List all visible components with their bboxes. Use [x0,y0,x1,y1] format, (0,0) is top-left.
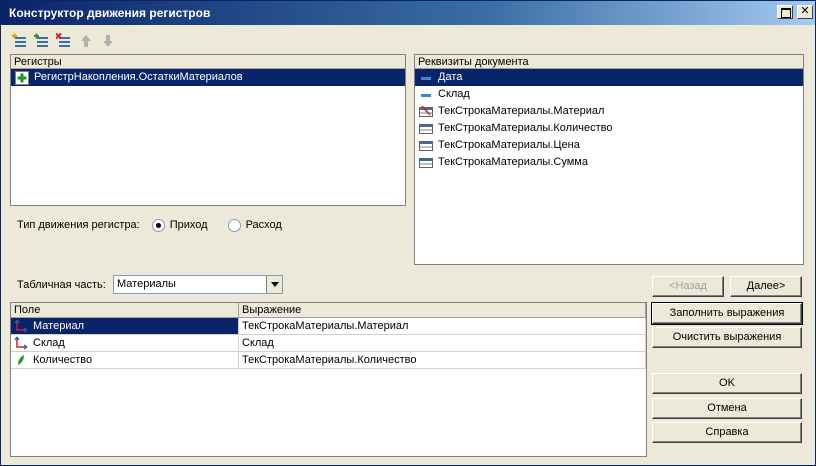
register-movement-designer-window: Конструктор движения регистров ✕ Регистр… [0,0,816,466]
tabular-attribute-icon [419,156,433,170]
register-item[interactable]: РегистрНакопления.ОстаткиМатериалов [11,69,405,86]
radio-expense-label[interactable]: Расход [246,219,282,231]
tabular-attribute-icon [419,139,433,153]
registers-list[interactable]: Регистры РегистрНакопления.ОстаткиМатери… [10,54,406,206]
move-down-icon[interactable] [99,32,117,50]
fill-expressions-button[interactable]: Заполнить выражения [651,302,803,325]
register-plus-icon [15,70,29,85]
attribute-icon [419,88,433,102]
field-cell[interactable]: Количество [11,352,239,368]
attribute-item-label: Склад [438,88,470,100]
attribute-item-label: ТекСтрокаМатериалы.Количество [438,122,613,134]
delete-register-icon[interactable] [55,32,73,50]
expression-cell[interactable]: ТекСтрокаМатериалы.Количество [239,352,646,368]
document-attributes-list[interactable]: Реквизиты документа Дата Склад ТекСтрока… [414,54,804,265]
move-up-icon[interactable] [77,32,95,50]
close-button[interactable]: ✕ [797,5,813,19]
movement-type-group: Тип движения регистра: Приход Расход [17,218,282,232]
table-row[interactable]: Материал ТекСтрокаМатериалы.Материал [11,318,646,335]
radio-expense[interactable] [227,218,241,232]
field-cell[interactable]: Материал [11,318,239,334]
ok-button[interactable]: OK [652,373,802,394]
fields-table[interactable]: Поле Выражение Материал ТекСтрокаМатериа… [10,302,647,457]
title-bar[interactable]: Конструктор движения регистров ✕ [1,1,815,25]
window-title: Конструктор движения регистров [9,6,211,20]
clear-expressions-button[interactable]: Очистить выражения [652,327,802,348]
attribute-item-label: ТекСтрокаМатериалы.Материал [438,105,605,117]
next-button[interactable]: Далее> [730,276,802,297]
radio-income-label[interactable]: Приход [170,219,208,231]
maximize-button[interactable] [777,5,793,19]
radio-income[interactable] [151,218,165,232]
registers-header: Регистры [11,55,405,69]
resource-icon [14,353,28,367]
help-button[interactable]: Справка [652,422,802,443]
dimension-icon [14,319,28,333]
back-button[interactable]: <Назад [652,276,724,297]
attribute-item[interactable]: ТекСтрокаМатериалы.Сумма [415,154,803,171]
expression-cell[interactable]: ТекСтрокаМатериалы.Материал [239,318,646,334]
tabular-attribute-icon [419,122,433,136]
table-header: Поле Выражение [11,303,646,318]
movement-type-label: Тип движения регистра: [17,219,140,231]
column-header-field[interactable]: Поле [11,303,239,317]
toolbar [11,32,117,50]
tabular-part-select[interactable]: Материалы [113,275,283,294]
attribute-item[interactable]: Склад [415,86,803,103]
table-row[interactable]: Склад Склад [11,335,646,352]
add-all-registers-icon[interactable] [33,32,51,50]
attribute-item-label: ТекСтрокаМатериалы.Цена [438,139,580,151]
cancel-button[interactable]: Отмена [652,398,802,419]
attribute-item[interactable]: Дата [415,69,803,86]
field-name: Склад [33,337,65,349]
attribute-item[interactable]: ТекСтрокаМатериалы.Цена [415,137,803,154]
tabular-part-label: Табличная часть: [17,279,106,291]
dimension-icon [14,336,28,350]
field-name: Материал [33,320,84,332]
add-register-icon[interactable] [11,32,29,50]
column-header-expression[interactable]: Выражение [239,303,646,317]
attribute-item[interactable]: ТекСтрокаМатериалы.Материал [415,103,803,120]
expression-cell[interactable]: Склад [239,335,646,351]
register-item-label: РегистрНакопления.ОстаткиМатериалов [34,71,243,83]
field-name: Количество [33,354,93,366]
field-cell[interactable]: Склад [11,335,239,351]
table-row[interactable]: Количество ТекСтрокаМатериалы.Количество [11,352,646,369]
tabular-attribute-icon [419,105,433,119]
attribute-item-label: ТекСтрокаМатериалы.Сумма [438,156,588,168]
attribute-icon [419,71,433,85]
chevron-down-icon[interactable] [266,276,282,293]
attribute-item-label: Дата [438,71,463,83]
tabular-part-value: Материалы [117,278,176,290]
document-attributes-header: Реквизиты документа [415,55,803,69]
attribute-item[interactable]: ТекСтрокаМатериалы.Количество [415,120,803,137]
